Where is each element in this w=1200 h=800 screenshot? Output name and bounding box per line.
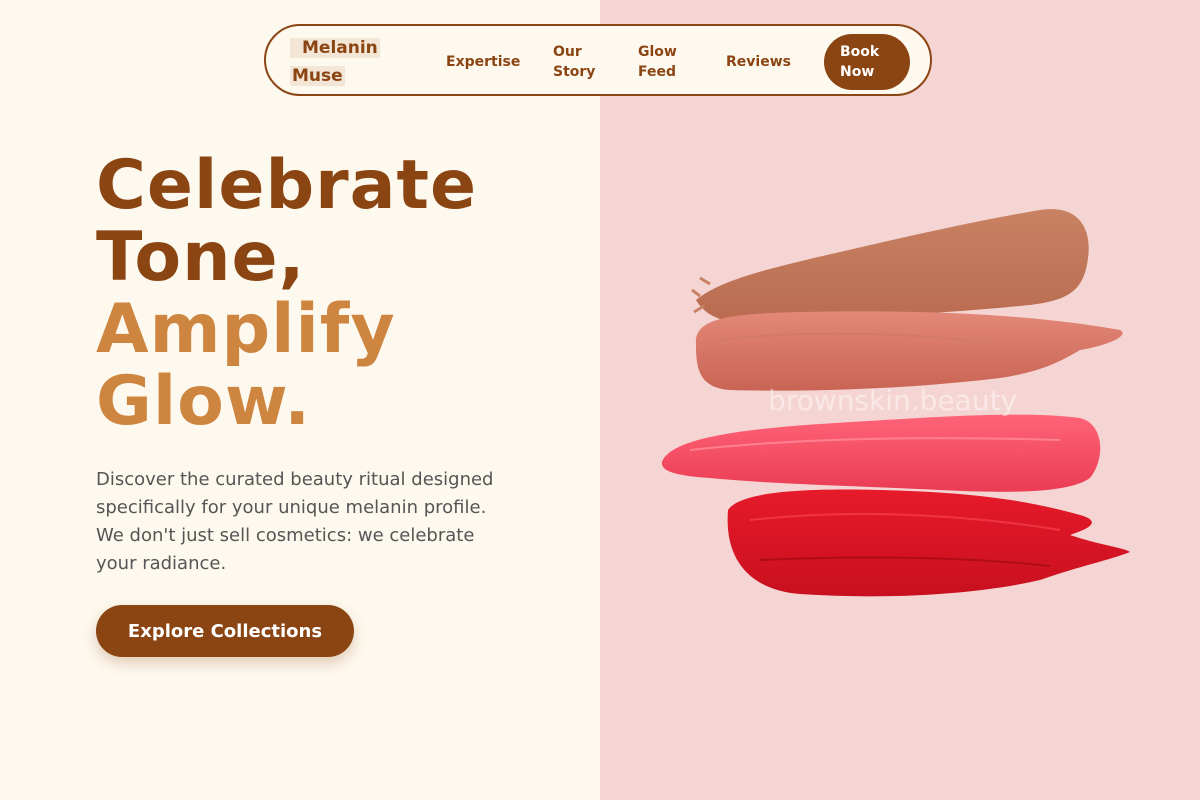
- nav-link-our-story[interactable]: Our Story: [553, 42, 613, 82]
- hero-description: Discover the curated beauty ritual desig…: [96, 469, 494, 574]
- headline-line-2: Tone,: [96, 218, 306, 297]
- brand-logo[interactable]: Melanin Muse: [290, 34, 380, 90]
- top-navbar: Melanin Muse Expertise Our Story Glow Fe…: [264, 24, 932, 96]
- lipstick-swatches-image: [661, 209, 1130, 597]
- headline-line-3: Amplify: [96, 290, 396, 369]
- brand-name-line2: Muse: [290, 66, 345, 86]
- brand-name-line1: Melanin: [290, 38, 380, 58]
- nav-link-reviews[interactable]: Reviews: [726, 52, 791, 72]
- headline-line-4: Glow.: [96, 362, 312, 441]
- nav-link-glow-feed[interactable]: Glow Feed: [638, 42, 698, 82]
- hero-headline: Celebrate Tone, Amplify Glow.: [96, 150, 477, 438]
- nav-link-expertise[interactable]: Expertise: [446, 52, 520, 72]
- book-now-button[interactable]: Book Now: [824, 34, 910, 90]
- explore-collections-button[interactable]: Explore Collections: [96, 605, 354, 657]
- headline-line-1: Celebrate: [96, 146, 478, 225]
